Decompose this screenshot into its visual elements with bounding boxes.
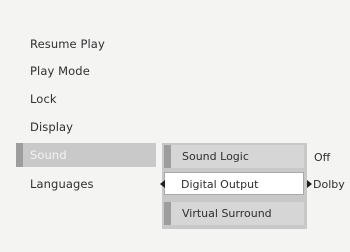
menu-item-play-mode[interactable]: Play Mode (30, 64, 90, 78)
menu-item-resume-play[interactable]: Resume Play (30, 37, 105, 51)
triangle-right-icon[interactable] (307, 180, 312, 188)
submenu-item-sound-logic[interactable]: Sound Logic (164, 145, 304, 168)
menu-item-display[interactable]: Display (30, 120, 73, 134)
digital-output-value: Dolby (313, 178, 345, 191)
submenu-bar (164, 145, 171, 168)
triangle-left-icon[interactable] (160, 180, 165, 188)
dvd-setup-menu-screen: Resume Play Play Mode Lock Display Sound… (0, 0, 350, 252)
submenu-bar (164, 202, 171, 225)
submenu-item-virtual-surround-label: Virtual Surround (182, 207, 272, 220)
menu-item-sound-label: Sound (30, 148, 67, 162)
submenu-item-digital-output[interactable]: Digital Output (164, 172, 304, 195)
submenu-item-sound-logic-label: Sound Logic (182, 150, 249, 163)
menu-item-languages[interactable]: Languages (30, 177, 94, 191)
menu-item-lock[interactable]: Lock (30, 92, 57, 106)
sound-logic-value: Off (314, 151, 331, 164)
submenu-item-virtual-surround[interactable]: Virtual Surround (164, 202, 304, 225)
menu-item-sound[interactable]: Sound (16, 143, 156, 167)
submenu-item-digital-output-label: Digital Output (181, 178, 259, 191)
selection-indicator-bar (16, 143, 23, 167)
